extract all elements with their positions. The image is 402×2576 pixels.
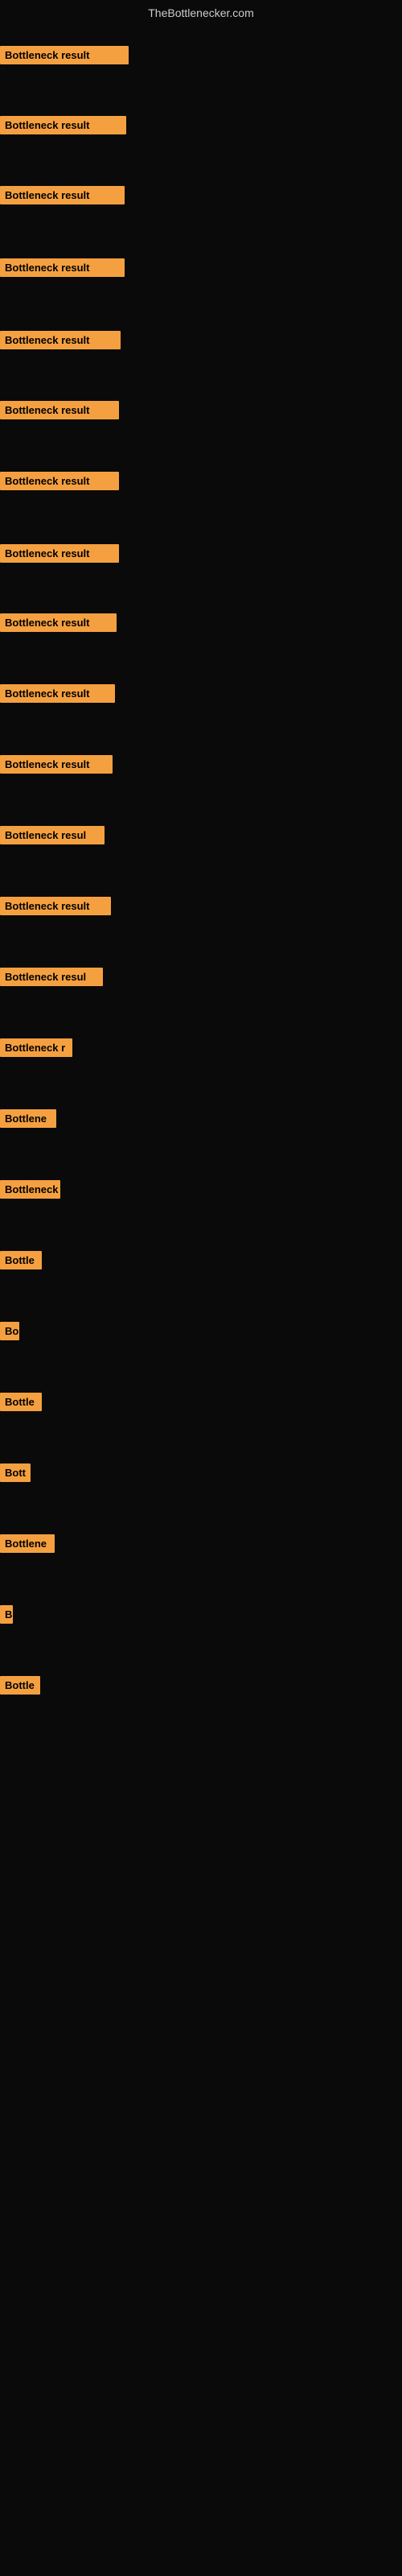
bottleneck-result-item[interactable]: Bottleneck result bbox=[0, 897, 111, 915]
bottleneck-result-item[interactable]: Bottle bbox=[0, 1393, 42, 1411]
site-title: TheBottlenecker.com bbox=[0, 0, 402, 23]
bottleneck-result-item[interactable]: Bottle bbox=[0, 1676, 40, 1695]
bottleneck-result-item[interactable]: Bottleneck resul bbox=[0, 826, 105, 844]
bottleneck-result-item[interactable]: Bottleneck result bbox=[0, 755, 113, 774]
bottleneck-result-item[interactable]: Bottleneck result bbox=[0, 684, 115, 703]
bottleneck-result-item[interactable]: Bottleneck result bbox=[0, 258, 125, 277]
bottleneck-result-item[interactable]: Bott bbox=[0, 1463, 31, 1482]
bottleneck-result-item[interactable]: Bottleneck result bbox=[0, 472, 119, 490]
bottleneck-result-item[interactable]: Bottleneck bbox=[0, 1180, 60, 1199]
bottleneck-result-item[interactable]: Bottleneck resul bbox=[0, 968, 103, 986]
bottleneck-result-item[interactable]: Bo bbox=[0, 1322, 19, 1340]
bottleneck-result-item[interactable]: Bottleneck result bbox=[0, 401, 119, 419]
bottleneck-result-item[interactable]: Bottle bbox=[0, 1251, 42, 1269]
bottleneck-result-item[interactable]: B bbox=[0, 1605, 13, 1624]
bottleneck-result-item[interactable]: Bottleneck result bbox=[0, 46, 129, 64]
bottleneck-result-item[interactable]: Bottleneck result bbox=[0, 613, 117, 632]
bottleneck-result-item[interactable]: Bottlene bbox=[0, 1534, 55, 1553]
bottleneck-result-item[interactable]: Bottleneck result bbox=[0, 186, 125, 204]
bottleneck-result-item[interactable]: Bottleneck result bbox=[0, 331, 121, 349]
bottleneck-result-item[interactable]: Bottleneck result bbox=[0, 544, 119, 563]
bottleneck-result-item[interactable]: Bottleneck r bbox=[0, 1038, 72, 1057]
bottleneck-result-item[interactable]: Bottleneck result bbox=[0, 116, 126, 134]
bottleneck-result-item[interactable]: Bottlene bbox=[0, 1109, 56, 1128]
